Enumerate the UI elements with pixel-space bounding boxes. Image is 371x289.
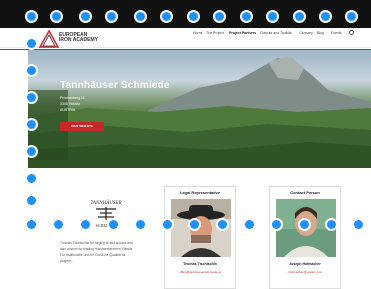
overlay-dot [319, 10, 332, 23]
overlay-dot [79, 218, 92, 231]
hero-address-line-3: AUSTRIA [60, 108, 76, 112]
legal-representative-card: Legal Representative Thomas Tischtschin … [164, 186, 236, 289]
site-logo-text[interactable]: EUROPEAN IRON ACADEMY [59, 33, 98, 43]
overlay-dot [25, 37, 38, 50]
overlay-dot [25, 172, 38, 185]
overlay-dot [345, 10, 358, 23]
overlay-dot [187, 10, 200, 23]
overlay-dot [107, 218, 120, 231]
nav-the-project[interactable]: The Project [206, 31, 224, 35]
overlay-dot [270, 218, 283, 231]
visit-website-button[interactable]: VISIT WEBSITE [60, 122, 104, 131]
overlay-dot [25, 145, 38, 158]
overlay-dot [160, 10, 173, 23]
company-logo-top-text: TANNHÄUSER [90, 200, 121, 206]
overlay-dot [243, 218, 256, 231]
contact-person-card: Contact Person Joseph Hofmacher j.hofmac… [269, 186, 341, 289]
overlay-dot [79, 10, 92, 23]
overlay-dot [25, 64, 38, 77]
overlay-dot [266, 10, 279, 23]
overlay-dot [298, 218, 311, 231]
overlay-dot [240, 10, 253, 23]
nav-home[interactable]: Home [193, 31, 202, 35]
hero-address-line-1: Prochenberg 11 [60, 96, 85, 100]
overlay-dot [52, 218, 65, 231]
overlay-dot [25, 194, 38, 207]
overlay-dot [325, 218, 338, 231]
overlay-dot [352, 218, 365, 231]
overlay-dot [25, 218, 38, 231]
company-description: Thomas Tischtschin for forging at and ar… [60, 241, 134, 263]
nav-events[interactable]: Events [331, 31, 342, 35]
nav-outputs[interactable]: Outputs and Toolkits [260, 31, 292, 35]
logo-icon[interactable] [39, 30, 59, 48]
overlay-dot [213, 10, 226, 23]
overlay-dot [25, 10, 38, 23]
nav-project-partners[interactable]: Project Partners [229, 31, 256, 35]
overlay-dot [50, 10, 63, 23]
card-heading: Contact Person [290, 190, 320, 195]
overlay-dot [293, 10, 306, 23]
card-person-name: Thomas Tischtschin [183, 262, 217, 266]
hero-address-line-2: 3345 Ybbsitz [60, 102, 81, 106]
card-heading: Legal Representative [179, 190, 221, 195]
overlay-dot [25, 118, 38, 131]
card-email-link[interactable]: j.hofmacher@ypsilon.com [270, 270, 340, 274]
overlay-dot [134, 218, 147, 231]
overlay-dot [25, 91, 38, 104]
overlay-dot [216, 218, 229, 231]
overlay-dot [134, 10, 147, 23]
search-icon[interactable] [349, 30, 354, 35]
overlay-dot [188, 218, 201, 231]
logo-line-2: IRON ACADEMY [59, 37, 98, 43]
overlay-dot [105, 10, 118, 23]
hero-title: Tannhäuser Schmiede [60, 80, 170, 91]
card-person-name: Joseph Hofmacher [289, 262, 321, 266]
nav-blog[interactable]: Blog [317, 31, 324, 35]
hero-banner: Tannhäuser Schmiede Prochenberg 11 3345 … [28, 50, 371, 168]
nav-glossary[interactable]: Glossary [299, 31, 313, 35]
card-email-link[interactable]: office@tannhauserschmiede.at [165, 270, 235, 274]
hero-landscape-image [28, 56, 371, 168]
overlay-dot [161, 218, 174, 231]
